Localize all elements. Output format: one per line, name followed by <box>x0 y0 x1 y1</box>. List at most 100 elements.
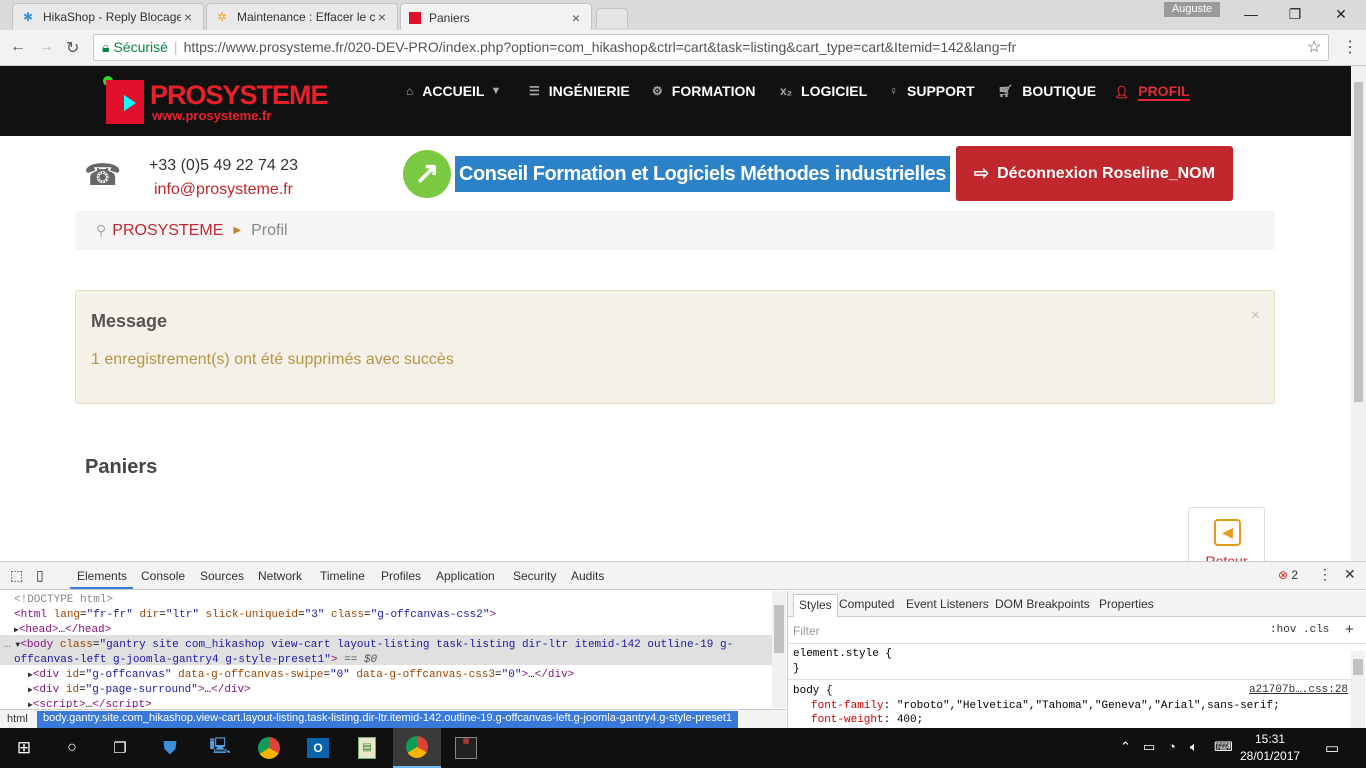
error-count: 2 <box>1291 568 1299 582</box>
page-scrollbar[interactable] <box>1351 66 1366 561</box>
scrollbar-thumb[interactable] <box>774 605 784 653</box>
devtools-tab-profiles[interactable]: Profiles <box>381 569 421 583</box>
new-tab-button[interactable] <box>596 8 628 28</box>
html-node[interactable]: <html lang="fr-fr" dir="ltr" slick-uniqu… <box>14 608 496 623</box>
devtools-tab-console[interactable]: Console <box>141 569 185 583</box>
styles-tab-styles[interactable]: Styles <box>793 594 838 617</box>
head-node[interactable]: ▶<head>…</head> <box>14 623 111 638</box>
devtools-tab-elements[interactable]: Elements <box>77 569 127 583</box>
styles-tab-dom-breakpoints[interactable]: DOM Breakpoints <box>995 597 1090 611</box>
spreadsheet-app-icon[interactable]: ▤ <box>343 728 391 768</box>
hov-cls-toggles[interactable]: :hov .cls <box>1270 624 1329 636</box>
reload-icon[interactable]: ↻ <box>66 38 79 58</box>
forward-icon[interactable]: → <box>38 38 54 56</box>
contact-email-link[interactable]: info@prosysteme.fr <box>154 181 293 199</box>
wifi-icon[interactable]: ◔ <box>1168 739 1176 754</box>
crumb-body[interactable]: body.gantry.site.com_hikashop.view-cart.… <box>37 711 739 728</box>
notifications-icon[interactable]: ▭ <box>1325 739 1339 757</box>
window-close-icon[interactable]: ✕ <box>1318 0 1364 28</box>
chrome-active-icon[interactable] <box>393 728 441 768</box>
taskbar-clock[interactable]: 15:31 <box>1246 732 1294 746</box>
scrollbar-thumb[interactable] <box>1353 659 1363 675</box>
menu-item-formation[interactable]: ⚙ FORMATION <box>652 83 756 99</box>
browser-tab-paniers[interactable]: Paniers × <box>400 3 592 31</box>
minimize-icon[interactable]: — <box>1228 0 1274 28</box>
security-shield-icon[interactable]: ⛊ <box>146 728 194 768</box>
attr-value: offcanvas-left g-joomla-gantry4 g-style-… <box>14 654 325 666</box>
dom-tree[interactable]: <!DOCTYPE html> <html lang="fr-fr" dir="… <box>0 591 772 708</box>
maximize-icon[interactable]: ❐ <box>1272 0 1318 28</box>
address-bar[interactable]: 🔒︎ Sécurisé | https://www.prosysteme.fr/020… <box>93 34 1329 61</box>
tray-chevron-up-icon[interactable]: ⌃ <box>1120 739 1131 755</box>
devtools-tab-security[interactable]: Security <box>513 569 556 583</box>
retour-button[interactable]: ◀ Retour <box>1188 507 1265 561</box>
user-profile-chip[interactable]: Auguste <box>1164 2 1220 17</box>
volume-icon[interactable]: 🔈︎ <box>1190 739 1198 755</box>
tab-label: HikaShop - Reply Blocage <box>43 10 181 24</box>
taskbar-date[interactable]: 28/01/2017 <box>1240 749 1300 763</box>
computer-icon[interactable]: 🖳︎ <box>196 728 244 768</box>
alert-close-button[interactable]: × <box>1251 307 1260 325</box>
windows-start-icon[interactable]: ⊞ <box>0 728 48 768</box>
body-rule-selector[interactable]: body { <box>793 685 833 697</box>
dom-scrollbar[interactable] <box>772 591 786 708</box>
inspect-element-icon[interactable]: ⬚ <box>10 567 23 584</box>
chrome-menu-icon[interactable]: ⋮ <box>1342 37 1358 57</box>
chrome-app-icon[interactable] <box>245 728 293 768</box>
devtools-tab-timeline[interactable]: Timeline <box>320 569 365 583</box>
menu-item-boutique[interactable]: 🛒︎ BOUTIQUE <box>998 83 1096 99</box>
lock-icon: 🔒︎ <box>102 39 110 55</box>
styles-tab-properties[interactable]: Properties <box>1099 597 1154 611</box>
devtools-tab-network[interactable]: Network <box>258 569 302 583</box>
font-family-declaration[interactable]: font-family: "roboto","Helvetica","Tahom… <box>811 700 1280 712</box>
logo-play-icon <box>124 95 136 111</box>
menu-label: PROFIL <box>1138 83 1190 101</box>
menu-item-logiciel[interactable]: x₂ LOGICIEL <box>780 83 867 99</box>
dom-breadcrumb: html body.gantry.site.com_hikashop.view-… <box>0 709 786 729</box>
div-offcanvas-node[interactable]: ▶<div id="g-offcanvas" data-g-offcanvas-… <box>28 668 574 683</box>
font-weight-declaration[interactable]: font-weight: 400; <box>811 714 923 726</box>
message-alert: Message 1 enregistrement(s) ont été supp… <box>75 290 1275 404</box>
devtools-menu-icon[interactable]: ⋮ <box>1318 566 1332 583</box>
div-page-surround-node[interactable]: ▶<div id="g-page-surround">…</div> <box>28 683 251 698</box>
devtools-tab-sources[interactable]: Sources <box>200 569 244 583</box>
styles-scrollbar[interactable] <box>1351 651 1365 729</box>
battery-icon[interactable]: ▭ <box>1143 739 1155 755</box>
browser-tab-maintenance[interactable]: ✲ Maintenance : Effacer le c × <box>206 3 398 30</box>
breadcrumb-home-link[interactable]: PROSYSTEME <box>112 222 223 240</box>
menu-item-accueil[interactable]: ⌂ ACCUEIL ▼ <box>406 83 501 99</box>
device-toolbar-icon[interactable]: ▯ <box>36 567 44 584</box>
script-node[interactable]: ▶<script>…</script> <box>28 698 152 708</box>
studio-app-icon[interactable]: ▦ <box>442 728 490 768</box>
bookmark-star-icon[interactable]: ☆ <box>1307 37 1321 57</box>
close-icon[interactable]: × <box>181 9 195 25</box>
close-icon[interactable]: × <box>375 9 389 25</box>
back-icon[interactable]: ← <box>10 38 26 56</box>
doctype-node[interactable]: <!DOCTYPE html> <box>14 593 113 608</box>
devtools-tab-application[interactable]: Application <box>436 569 495 583</box>
error-count-badge[interactable]: ⊗ 2 <box>1278 568 1298 582</box>
browser-tab-hikashop[interactable]: ✱ HikaShop - Reply Blocage × <box>12 3 204 30</box>
devtools-close-icon[interactable]: ✕ <box>1344 566 1356 583</box>
add-rule-icon[interactable]: + <box>1345 621 1354 638</box>
cortana-search-icon[interactable]: ○ <box>48 728 96 768</box>
menu-item-ingenierie[interactable]: ☰ INGÉNIERIE <box>529 83 630 99</box>
devtools-tab-audits[interactable]: Audits <box>571 569 604 583</box>
styles-tab-event-listeners[interactable]: Event Listeners <box>906 597 989 611</box>
styles-tab-computed[interactable]: Computed <box>839 597 894 611</box>
element-style-rule[interactable]: element.style { <box>793 648 892 660</box>
task-view-icon[interactable]: ❐ <box>96 728 144 768</box>
stylesheet-source-link[interactable]: a21707b….css:28 <box>1249 684 1348 696</box>
styles-filter-input[interactable]: Filter <box>793 624 820 638</box>
keyboard-icon[interactable]: ⌨ <box>1214 739 1233 755</box>
scrollbar-thumb[interactable] <box>1354 82 1363 402</box>
css-value: 400; <box>896 714 924 726</box>
outlook-icon[interactable]: O <box>294 728 342 768</box>
menu-item-support[interactable]: ♀ SUPPORT <box>889 83 975 99</box>
crumb-html[interactable]: html <box>7 713 28 725</box>
logout-button[interactable]: ⇨ Déconnexion Roseline_NOM <box>956 146 1233 201</box>
close-icon[interactable]: × <box>569 10 583 26</box>
site-logo-text[interactable]: PROSYSTEME <box>150 80 329 111</box>
menu-item-profil[interactable]: 👤︎ PROFIL <box>1114 83 1190 101</box>
body-node[interactable]: … ▼<body class="gantry site com_hikashop… <box>4 638 733 653</box>
